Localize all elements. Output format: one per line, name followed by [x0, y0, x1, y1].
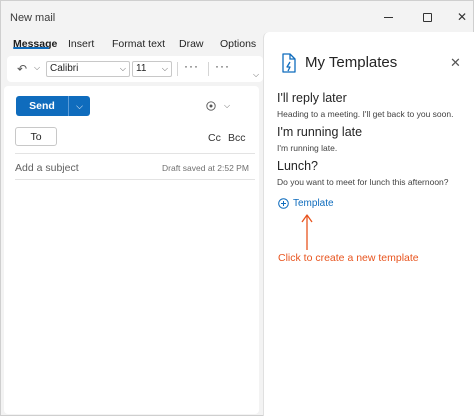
undo-chevron-down-icon[interactable]: ⌵	[34, 63, 40, 73]
toolbar-divider	[177, 62, 178, 76]
font-family-select[interactable]: Calibri ⌵	[46, 61, 130, 77]
bcc-button[interactable]: Bcc	[228, 132, 246, 144]
font-family-value: Calibri	[50, 63, 79, 74]
maximize-icon	[422, 12, 432, 22]
divider	[15, 179, 255, 180]
add-circle-icon	[278, 198, 289, 209]
templates-icon	[282, 53, 296, 73]
close-pane-button[interactable]: ✕	[450, 55, 461, 71]
ribbon-expand-chevron-icon[interactable]: ⌵	[253, 70, 259, 80]
tab-format-text[interactable]: Format text	[112, 38, 165, 50]
chevron-down-icon[interactable]: ⌵	[224, 101, 230, 111]
tab-options[interactable]: Options	[220, 38, 256, 50]
pane-title: My Templates	[305, 54, 398, 71]
window-title: New mail	[10, 12, 56, 24]
toolbar-divider	[208, 62, 209, 76]
send-options-button[interactable]: ⌵	[69, 96, 90, 116]
minimize-button[interactable]	[375, 7, 401, 27]
maximize-button[interactable]	[414, 7, 440, 27]
close-icon: ✕	[456, 10, 468, 24]
add-template-button[interactable]: Template	[278, 198, 334, 209]
compose-area: Send ⌵ ⌵ To Cc Bcc Add a subject Draft s…	[4, 86, 259, 414]
my-templates-pane: My Templates ✕ I'll reply later Heading …	[263, 32, 474, 416]
to-button[interactable]: To	[15, 127, 57, 146]
ribbon-toolbar: ↶ ⌵ Calibri ⌵ 11 ⌵ ··· ···	[7, 56, 263, 82]
divider	[15, 153, 255, 154]
template-title[interactable]: I'm running late	[277, 125, 362, 139]
send-button-group: Send ⌵	[16, 96, 90, 116]
draft-status: Draft saved at 2:52 PM	[162, 163, 249, 173]
active-tab-indicator	[13, 47, 49, 49]
chevron-down-icon: ⌵	[161, 64, 168, 73]
template-body[interactable]: I'm running late.	[277, 143, 337, 153]
template-title[interactable]: I'll reply later	[277, 91, 347, 105]
minimize-icon	[383, 16, 393, 18]
cc-button[interactable]: Cc	[208, 132, 221, 144]
more-formatting-button[interactable]: ···	[184, 59, 199, 73]
ribbon-tabs: Message Insert Format text Draw Options	[1, 35, 263, 55]
annotation-text: Click to create a new template	[278, 252, 419, 264]
close-window-button[interactable]: ✕	[449, 7, 474, 27]
chevron-down-icon: ⌵	[119, 64, 126, 73]
undo-icon[interactable]: ↶	[17, 62, 27, 76]
tab-draw[interactable]: Draw	[179, 38, 204, 50]
send-button[interactable]: Send	[16, 96, 68, 116]
sensitivity-icon[interactable]	[206, 101, 216, 111]
add-template-label: Template	[293, 198, 334, 209]
font-size-select[interactable]: 11 ⌵	[132, 61, 172, 77]
font-size-value: 11	[136, 63, 147, 74]
outlook-new-mail-window: New mail ✕ Message Insert Format text Dr…	[0, 0, 474, 416]
chevron-down-icon: ⌵	[76, 100, 83, 111]
annotation-arrow	[301, 214, 313, 250]
template-body[interactable]: Heading to a meeting. I'll get back to y…	[277, 109, 453, 119]
template-body[interactable]: Do you want to meet for lunch this after…	[277, 177, 449, 187]
template-title[interactable]: Lunch?	[277, 159, 318, 173]
subject-input[interactable]: Add a subject	[15, 162, 79, 174]
tab-insert[interactable]: Insert	[68, 38, 94, 50]
title-bar: New mail ✕	[1, 1, 474, 33]
more-options-button[interactable]: ···	[215, 59, 230, 73]
